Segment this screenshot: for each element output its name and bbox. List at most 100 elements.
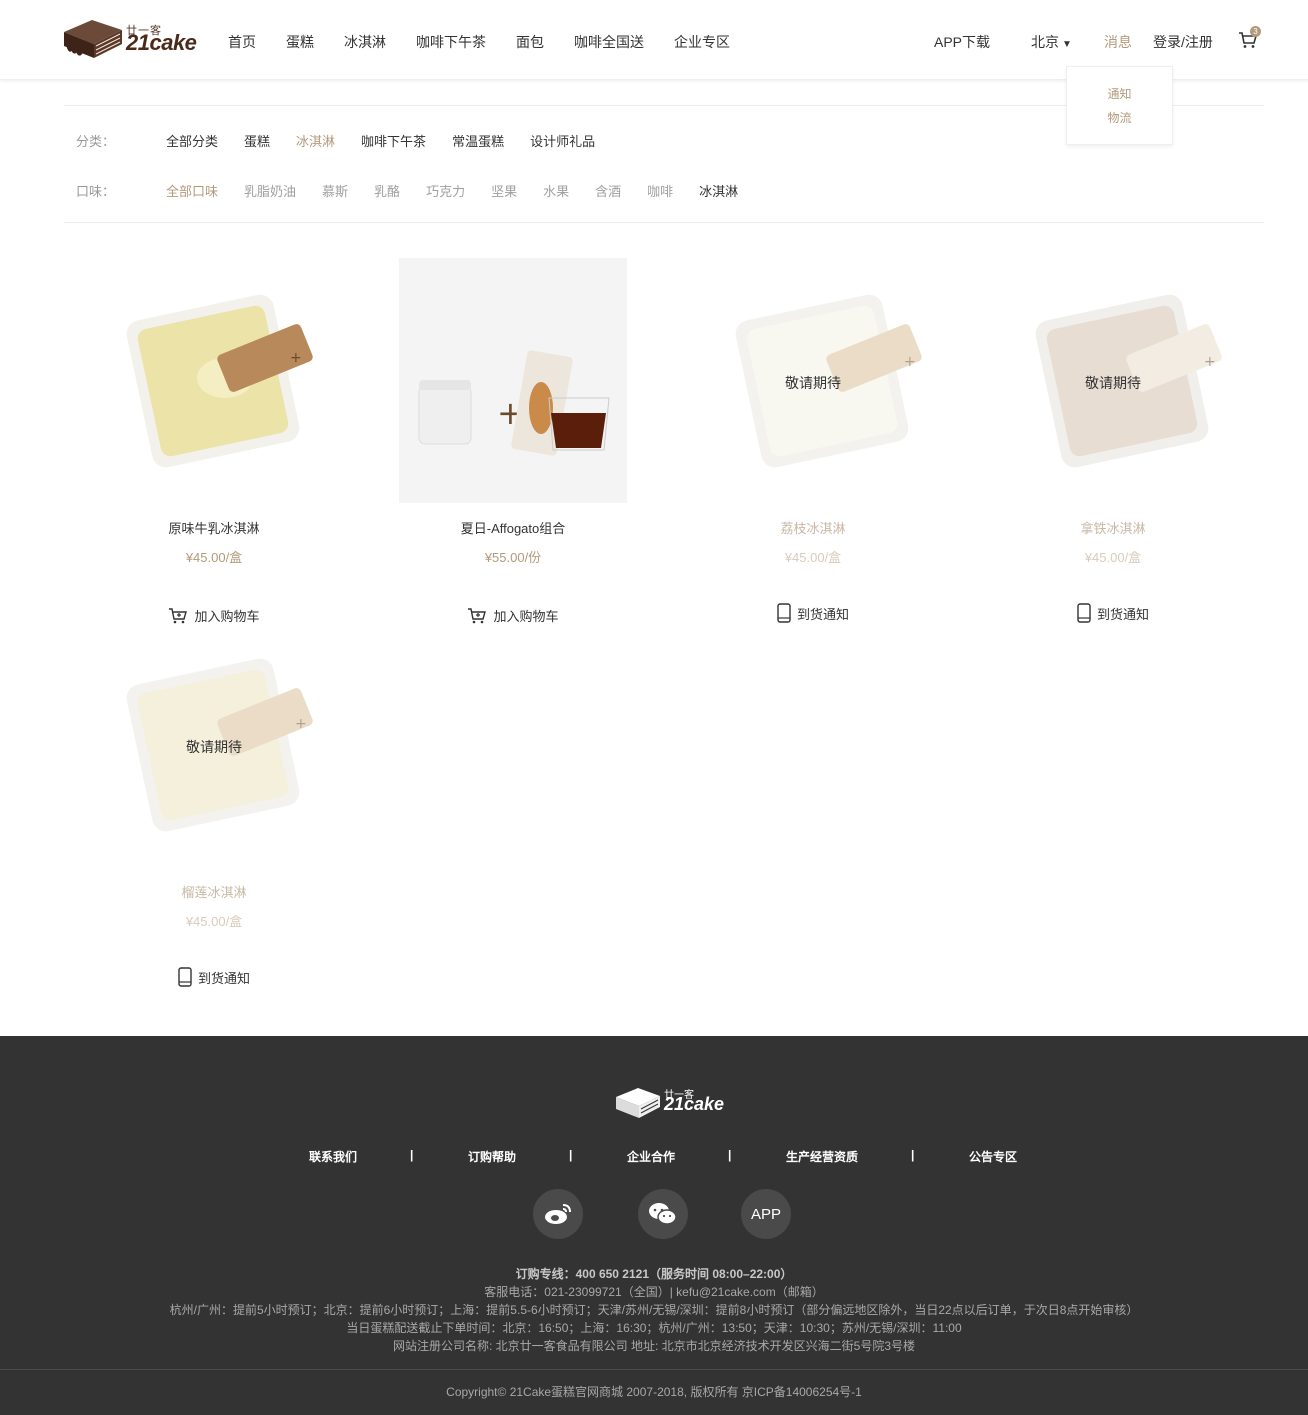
login-register-link[interactable]: 登录/注册 xyxy=(1153,32,1213,52)
footer-link-announcements[interactable]: 公告专区 xyxy=(969,1148,1017,1165)
footer-link-order-help[interactable]: 订购帮助 xyxy=(468,1148,516,1165)
main-nav: 首页 蛋糕 冰淇淋 咖啡下午茶 面包 咖啡全国送 企业专区 xyxy=(228,32,760,52)
nav-coffee-tea[interactable]: 咖啡下午茶 xyxy=(416,32,486,52)
svg-text:+: + xyxy=(1204,354,1216,370)
category-designer-gifts[interactable]: 设计师礼品 xyxy=(530,131,595,150)
product-card[interactable]: + 夏日-Affogato组合 ¥55.00/份 加入购物车 xyxy=(383,258,643,630)
footer-logo[interactable]: 廿一客 21cake xyxy=(614,1084,724,1124)
product-image[interactable]: + 敬请期待 xyxy=(699,258,927,503)
messages-link[interactable]: 消息 xyxy=(1104,32,1132,52)
product-name[interactable]: 榴莲冰淇淋 xyxy=(84,882,344,901)
product-card[interactable]: + 敬请期待 拿铁冰淇淋 ¥45.00/盒 到货通知 xyxy=(983,258,1243,628)
flavor-filter: 口味： 全部口味 乳脂奶油 慕斯 乳酪 巧克力 坚果 水果 含酒 咖啡 冰淇淋 xyxy=(76,181,764,200)
footer-separator: | xyxy=(728,1148,732,1162)
product-price: ¥55.00/份 xyxy=(484,550,542,565)
restock-notify-label: 到货通知 xyxy=(197,970,250,986)
coming-soon-label: 敬请期待 xyxy=(1085,375,1141,391)
nav-enterprise[interactable]: 企业专区 xyxy=(674,32,730,52)
dropdown-item-logistics[interactable]: 物流 xyxy=(1067,109,1172,126)
footer-link-business[interactable]: 企业合作 xyxy=(627,1148,675,1165)
logo-big-text: 21cake xyxy=(126,30,197,55)
restock-notify-button[interactable]: 到货通知 xyxy=(178,967,250,987)
flavor-mousse[interactable]: 慕斯 xyxy=(322,181,348,200)
product-name[interactable]: 原味牛乳冰淇淋 xyxy=(84,518,344,537)
category-all[interactable]: 全部分类 xyxy=(166,131,218,150)
order-hotline: 订购专线：400 650 2121（服务时间 08:00–22:00） xyxy=(515,1267,793,1281)
site-footer: 廿一客 21cake 联系我们 | 订购帮助 | 企业合作 | 生产经营资质 |… xyxy=(0,1036,1308,1415)
phone-icon xyxy=(178,967,192,987)
product-name[interactable]: 夏日-Affogato组合 xyxy=(383,518,643,537)
messages-dropdown: 通知 物流 xyxy=(1066,66,1173,145)
app-button[interactable]: APP xyxy=(741,1189,791,1239)
product-card[interactable]: + 原味牛乳冰淇淋 ¥45.00/盒 加入购物车 xyxy=(84,258,344,630)
nav-cake[interactable]: 蛋糕 xyxy=(286,32,314,52)
category-label: 分类： xyxy=(76,134,116,149)
weibo-icon xyxy=(545,1204,571,1224)
wechat-button[interactable] xyxy=(638,1189,688,1239)
restock-notify-label: 到货通知 xyxy=(796,606,849,622)
coming-soon-label: 敬请期待 xyxy=(785,375,841,391)
product-name[interactable]: 拿铁冰淇淋 xyxy=(983,518,1243,537)
product-image[interactable]: + 敬请期待 xyxy=(999,258,1227,503)
footer-link-contact[interactable]: 联系我们 xyxy=(309,1148,357,1165)
add-to-cart-label: 加入购物车 xyxy=(493,609,559,624)
cart-count-badge: 3 xyxy=(1250,26,1261,37)
nav-coffee-nationwide[interactable]: 咖啡全国送 xyxy=(574,32,644,52)
footer-separator: | xyxy=(569,1148,573,1162)
nav-icecream[interactable]: 冰淇淋 xyxy=(344,32,386,52)
category-filter: 分类： 全部分类 蛋糕 冰淇淋 咖啡下午茶 常温蛋糕 设计师礼品 xyxy=(76,131,621,150)
product-image[interactable]: + xyxy=(100,258,328,503)
cake-logo-icon xyxy=(616,1088,660,1118)
footer-link-qualification[interactable]: 生产经营资质 xyxy=(786,1148,858,1165)
weibo-button[interactable] xyxy=(533,1189,583,1239)
flavor-fruit[interactable]: 水果 xyxy=(543,181,569,200)
flavor-alcohol[interactable]: 含酒 xyxy=(595,181,621,200)
flavor-cream[interactable]: 乳脂奶油 xyxy=(244,181,296,200)
product-price: ¥45.00/盒 xyxy=(1084,550,1142,565)
app-download-link[interactable]: APP下载 xyxy=(934,32,990,52)
category-coffee-tea[interactable]: 咖啡下午茶 xyxy=(361,131,426,150)
product-card[interactable]: + 敬请期待 榴莲冰淇淋 ¥45.00/盒 到货通知 xyxy=(84,622,344,992)
flavor-icecream[interactable]: 冰淇淋 xyxy=(699,181,738,200)
copyright-text: Copyright© 21Cake蛋糕官网商城 2007-2018, 版权所有 … xyxy=(446,1385,862,1399)
product-image[interactable]: + xyxy=(399,258,627,503)
site-logo[interactable]: 廿一客 21cake xyxy=(62,16,197,64)
product-card[interactable]: + 敬请期待 荔枝冰淇淋 ¥45.00/盒 到货通知 xyxy=(683,258,943,628)
flavor-cheese[interactable]: 乳酪 xyxy=(374,181,400,200)
filter-bottom-divider xyxy=(64,222,1264,223)
restock-notify-button[interactable]: 到货通知 xyxy=(777,603,849,623)
nav-bread[interactable]: 面包 xyxy=(516,32,544,52)
coming-soon-label: 敬请期待 xyxy=(186,739,242,755)
add-to-cart-button[interactable]: 加入购物车 xyxy=(467,606,559,625)
footer-separator: | xyxy=(911,1148,915,1162)
flavor-all[interactable]: 全部口味 xyxy=(166,181,218,200)
footer-logo-big: 21cake xyxy=(664,1094,725,1114)
category-cake[interactable]: 蛋糕 xyxy=(244,131,270,150)
product-price: ¥45.00/盒 xyxy=(185,914,243,929)
product-image[interactable]: + 敬请期待 xyxy=(100,622,328,867)
svg-text:+: + xyxy=(904,354,916,370)
customer-service-info: 客服电话：021-23099721（全国）| kefu@21cake.com（邮… xyxy=(484,1285,824,1299)
nav-home[interactable]: 首页 xyxy=(228,32,256,52)
restock-notify-label: 到货通知 xyxy=(1096,606,1149,622)
product-price: ¥45.00/盒 xyxy=(185,550,243,565)
dropdown-item-notice[interactable]: 通知 xyxy=(1067,85,1172,102)
svg-text:+: + xyxy=(290,350,302,366)
product-name[interactable]: 荔枝冰淇淋 xyxy=(683,518,943,537)
flavor-coffee[interactable]: 咖啡 xyxy=(647,181,673,200)
chevron-down-icon: ▼ xyxy=(1062,39,1072,50)
footer-separator: | xyxy=(410,1148,414,1162)
flavor-nuts[interactable]: 坚果 xyxy=(491,181,517,200)
advance-order-info: 杭州/广州：提前5小时预订；北京：提前6小时预订；上海：提前5.5-6小时预订；… xyxy=(169,1303,1139,1317)
cake-logo-icon xyxy=(64,20,122,58)
phone-icon xyxy=(1077,603,1091,623)
delivery-cutoff-info: 当日蛋糕配送截止下单时间：北京：16:50；上海：16:30；杭州/广州：13:… xyxy=(346,1321,962,1335)
restock-notify-button[interactable]: 到货通知 xyxy=(1077,603,1149,623)
category-room-temp-cake[interactable]: 常温蛋糕 xyxy=(452,131,504,150)
flavor-label: 口味： xyxy=(76,184,116,199)
company-info: 网站注册公司名称: 北京廿一客食品有限公司 地址: 北京市北京经济技术开发区兴海… xyxy=(392,1339,916,1353)
city-label: 北京 xyxy=(1031,34,1059,50)
flavor-chocolate[interactable]: 巧克力 xyxy=(426,181,465,200)
city-selector[interactable]: 北京 ▼ xyxy=(1031,32,1072,52)
category-icecream[interactable]: 冰淇淋 xyxy=(296,131,335,150)
